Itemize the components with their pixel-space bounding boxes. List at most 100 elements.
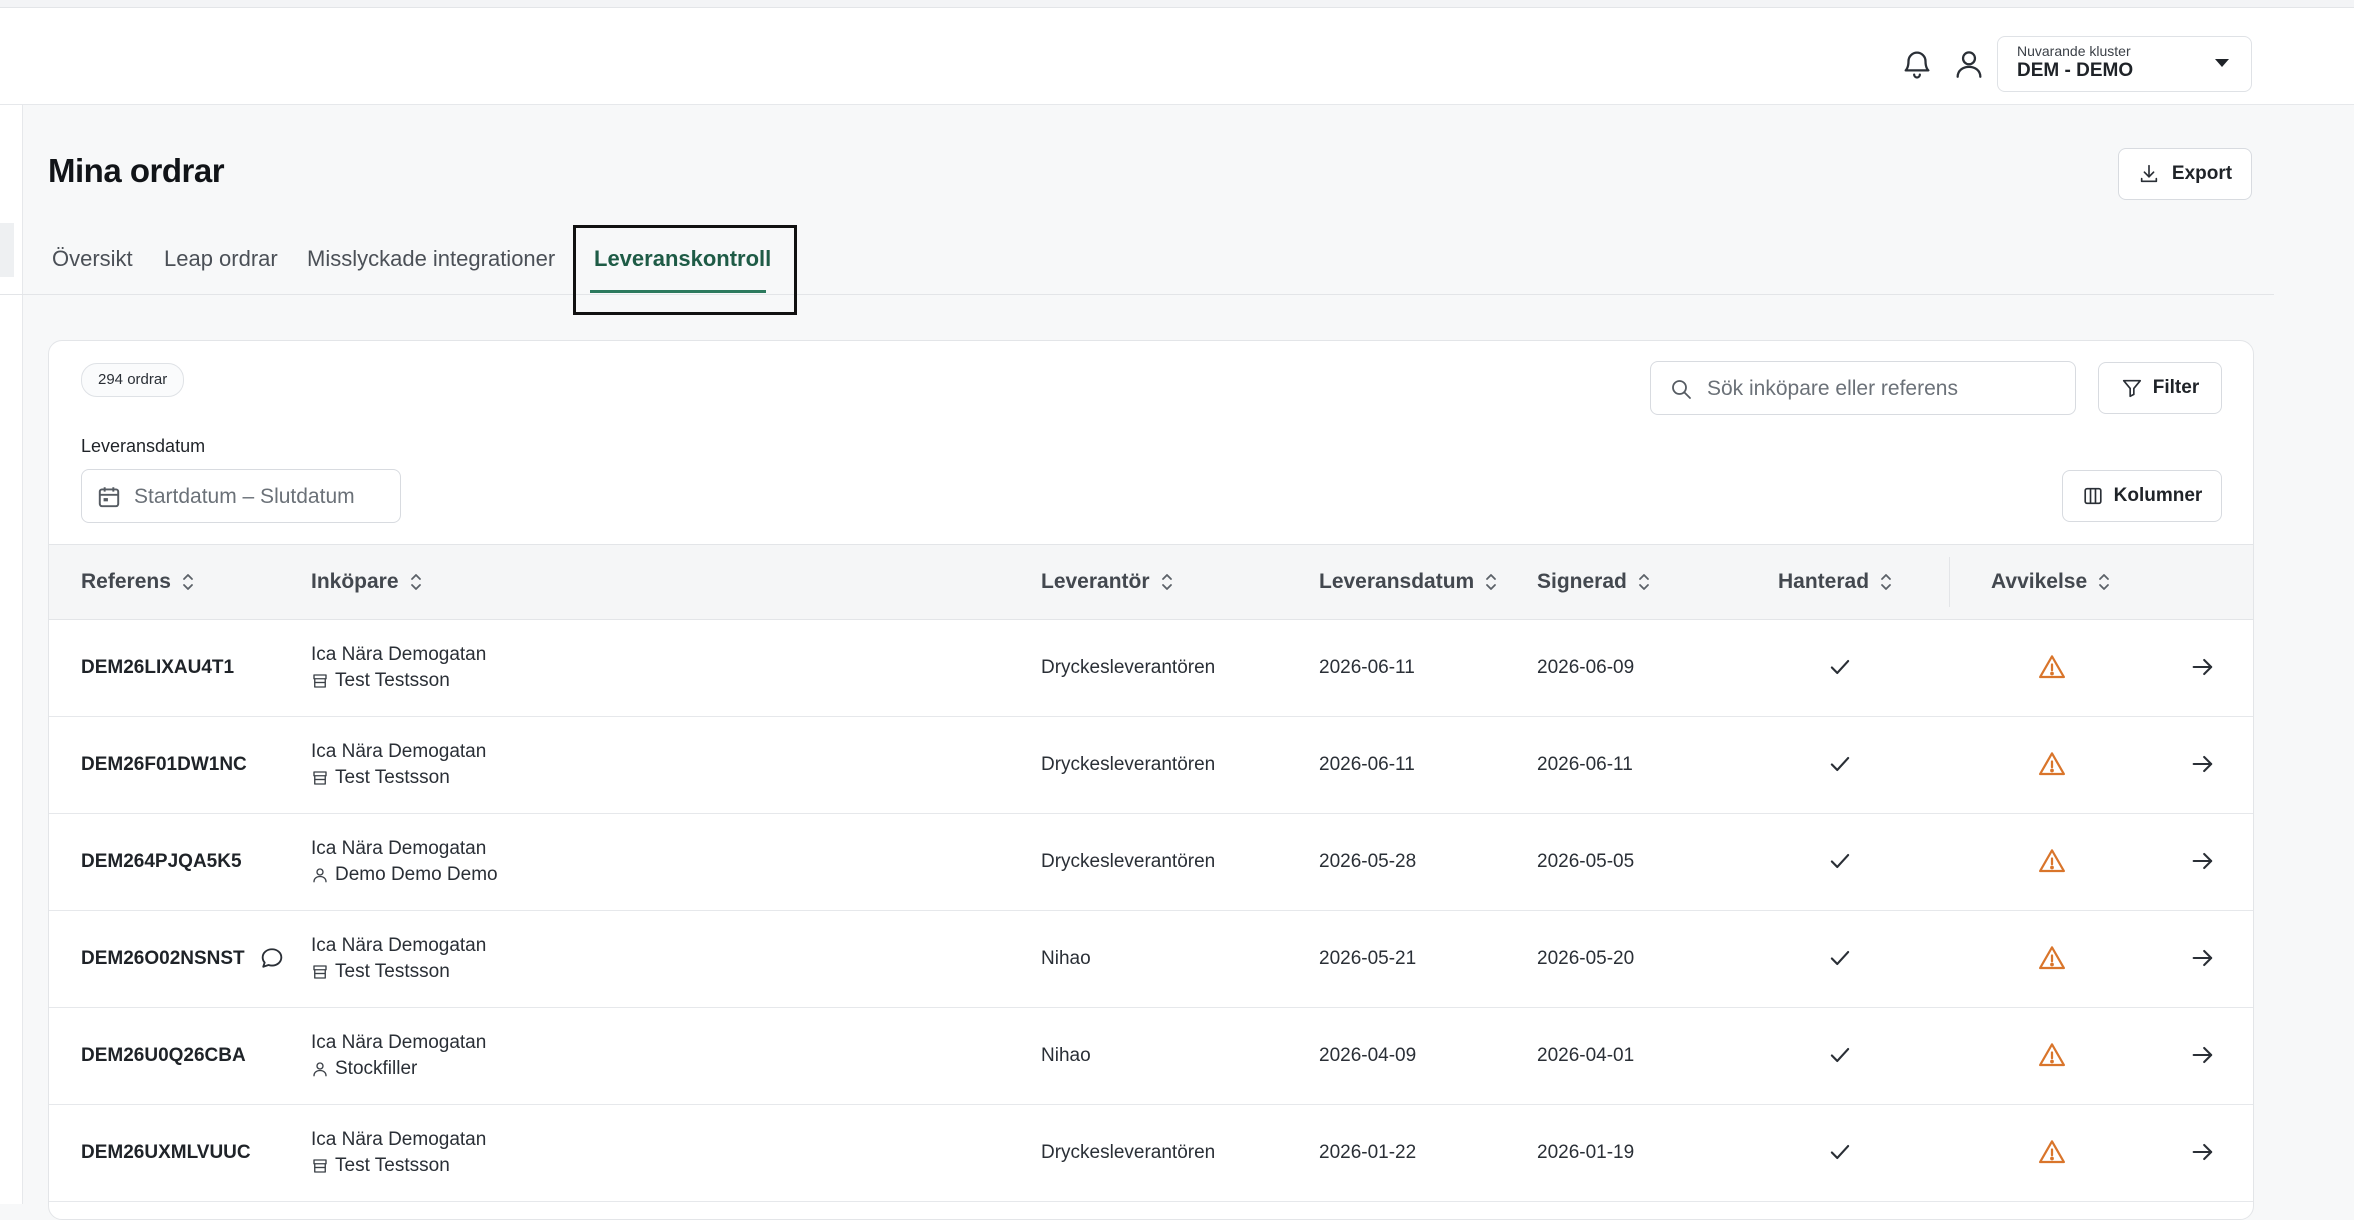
bell-icon[interactable] xyxy=(1900,46,1934,82)
sort-icon xyxy=(182,574,193,590)
order-reference: DEM26U0Q26CBA xyxy=(81,1045,246,1066)
delivery-date: 2026-06-11 xyxy=(1319,754,1415,775)
supplier-name: Nihao xyxy=(1041,948,1091,969)
warning-icon xyxy=(2039,1140,2065,1164)
filter-label: Filter xyxy=(2152,377,2200,398)
buyer-person: Test Testsson xyxy=(335,1155,450,1176)
warning-icon xyxy=(2039,849,2065,873)
cluster-select[interactable]: Nuvarande kluster DEM - DEMO xyxy=(1997,36,2252,92)
buyer-contact: Test Testsson xyxy=(311,1155,450,1177)
table-row[interactable]: DEM26LIXAU4T1 Ica Nära Demogatan Test Test… xyxy=(49,620,2253,717)
store-icon xyxy=(313,965,327,979)
cluster-value: DEM - DEMO xyxy=(2017,60,2134,81)
download-icon xyxy=(2140,164,2158,183)
order-reference: DEM26O02NSNST xyxy=(81,948,245,969)
supplier-name: Dryckesleverantören xyxy=(1041,754,1216,775)
store-icon xyxy=(313,771,327,785)
user-icon xyxy=(313,1062,327,1077)
filter-icon xyxy=(2122,379,2141,398)
buyer-person: Test Testsson xyxy=(335,767,450,788)
warning-icon xyxy=(2039,946,2065,970)
tab-misslyckade-integrationer[interactable]: Misslyckade integrationer xyxy=(307,246,555,272)
column-header-hanterad[interactable]: Hanterad xyxy=(1778,545,1893,619)
warning-icon xyxy=(2039,655,2065,679)
top-header: Nuvarande kluster DEM - DEMO xyxy=(0,8,2354,105)
arrow-right-icon[interactable] xyxy=(2188,1138,2218,1166)
buyer-person: Stockfiller xyxy=(335,1058,418,1079)
buyer-name: Ica Nära Demogatan xyxy=(311,741,487,762)
order-reference: DEM26F01DW1NC xyxy=(81,754,247,775)
comment-icon[interactable] xyxy=(257,944,287,972)
arrow-right-icon[interactable] xyxy=(2188,944,2218,972)
signed-date: 2026-06-09 xyxy=(1537,657,1635,678)
delivery-date: 2026-05-28 xyxy=(1319,851,1417,872)
tab-focus-outline xyxy=(573,225,797,315)
delivery-date: 2026-05-21 xyxy=(1319,948,1417,969)
orders-card: 294 ordrar Filter Leveransdatum Kolumner… xyxy=(48,340,2254,1220)
tab-bar: Översikt Leap ordrar Misslyckade integra… xyxy=(0,226,2274,295)
buyer-contact: Test Testsson xyxy=(311,961,450,983)
warning-icon xyxy=(2039,752,2065,776)
buyer-person: Test Testsson xyxy=(335,961,450,982)
column-header-signerad[interactable]: Signerad xyxy=(1537,545,1651,619)
columns-icon xyxy=(2084,487,2102,505)
table-row[interactable]: DEM264PJQA5K5 Ica Nära Demogatan Demo Demo… xyxy=(49,814,2253,911)
signed-date: 2026-05-20 xyxy=(1537,948,1635,969)
column-header-leveransdatum[interactable]: Leveransdatum xyxy=(1319,545,1498,619)
sort-icon xyxy=(410,574,421,590)
signed-date: 2026-01-19 xyxy=(1537,1142,1635,1163)
delivery-date: 2026-06-11 xyxy=(1319,657,1415,678)
date-range-input[interactable] xyxy=(132,480,396,514)
table-row[interactable]: DEM26UXMLVUUC Ica Nära Demogatan Test Test… xyxy=(49,1105,2253,1202)
buyer-name: Ica Nära Demogatan xyxy=(311,1032,487,1053)
column-header-inkopare[interactable]: Inköpare xyxy=(311,545,423,619)
search-icon xyxy=(1672,380,1691,399)
export-button[interactable]: Export xyxy=(2118,148,2252,200)
arrow-right-icon[interactable] xyxy=(2188,653,2218,681)
caret-down-icon xyxy=(2215,59,2229,67)
arrow-right-icon[interactable] xyxy=(2188,1041,2218,1069)
table-row[interactable]: DEM26F01DW1NC Ica Nära Demogatan Test Test… xyxy=(49,717,2253,814)
buyer-person: Test Testsson xyxy=(335,670,450,691)
order-reference: DEM26UXMLVUUC xyxy=(81,1142,251,1163)
delivery-date: 2026-04-09 xyxy=(1319,1045,1417,1066)
column-header-referens[interactable]: Referens xyxy=(81,545,195,619)
tab-leap-ordrar[interactable]: Leap ordrar xyxy=(164,246,278,272)
arrow-right-icon[interactable] xyxy=(2188,750,2218,778)
check-icon xyxy=(1830,1047,1850,1063)
search-box[interactable] xyxy=(1650,361,2076,415)
user-icon xyxy=(313,868,327,883)
buyer-name: Ica Nära Demogatan xyxy=(311,644,487,665)
store-icon xyxy=(313,1159,327,1173)
filter-button[interactable]: Filter xyxy=(2098,362,2222,414)
order-count-badge: 294 ordrar xyxy=(81,363,185,397)
table-row[interactable]: DEM26U0Q26CBA Ica Nära Demogatan Stockfill… xyxy=(49,1008,2253,1105)
buyer-name: Ica Nära Demogatan xyxy=(311,935,487,956)
delivery-date-label: Leveransdatum xyxy=(81,436,206,456)
export-label: Export xyxy=(2171,163,2233,184)
tab-oversikt[interactable]: Översikt xyxy=(52,246,133,272)
sort-icon xyxy=(2099,574,2110,590)
order-reference: DEM26LIXAU4T1 xyxy=(81,657,235,678)
check-icon xyxy=(1830,659,1850,675)
buyer-contact: Test Testsson xyxy=(311,670,450,692)
arrow-right-icon[interactable] xyxy=(2188,847,2218,875)
calendar-icon xyxy=(98,487,120,508)
user-icon[interactable] xyxy=(1952,46,1986,82)
column-header-avvikelse[interactable]: Avvikelse xyxy=(1991,545,2111,619)
warning-icon xyxy=(2039,1043,2065,1067)
table-row[interactable]: DEM26O02NSNST Ica Nära Demogatan Test Test… xyxy=(49,911,2253,1008)
buyer-name: Ica Nära Demogatan xyxy=(311,1129,487,1150)
columns-button[interactable]: Kolumner xyxy=(2062,470,2222,522)
check-icon xyxy=(1830,950,1850,966)
column-header-leverantor[interactable]: Leverantör xyxy=(1041,545,1174,619)
buyer-name: Ica Nära Demogatan xyxy=(311,838,487,859)
cluster-label: Nuvarande kluster xyxy=(2017,43,2131,59)
delivery-date: 2026-01-22 xyxy=(1319,1142,1417,1163)
search-input[interactable] xyxy=(1705,372,2069,406)
check-icon xyxy=(1830,756,1850,772)
date-range-field[interactable] xyxy=(81,469,401,523)
store-icon xyxy=(313,674,327,688)
supplier-name: Nihao xyxy=(1041,1045,1091,1066)
sort-icon xyxy=(1161,574,1172,590)
